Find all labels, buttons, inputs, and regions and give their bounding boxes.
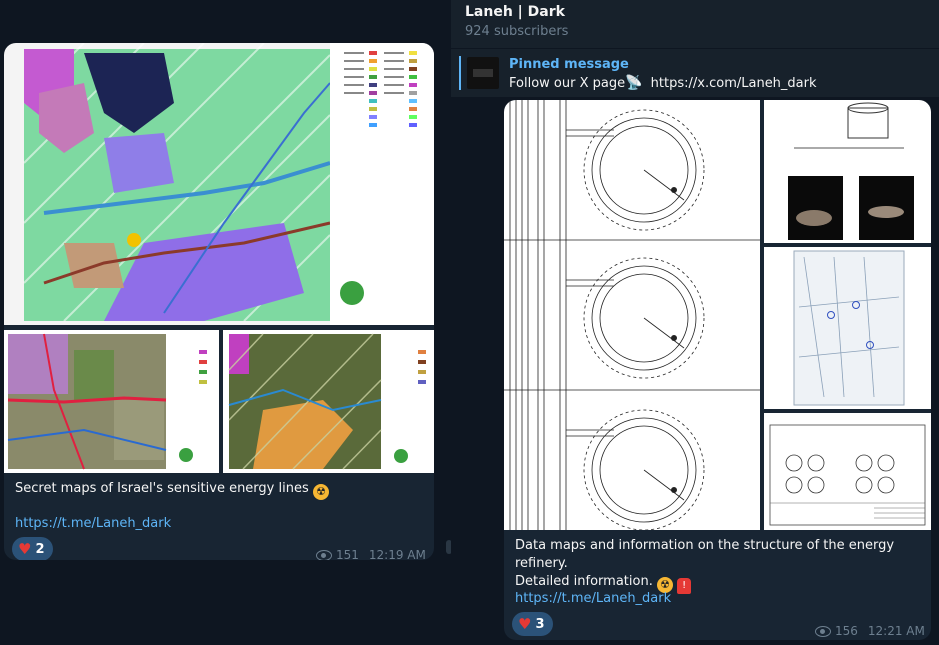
pinned-indicator: [459, 56, 461, 90]
heart-icon: ♥: [18, 539, 32, 558]
timestamp-2: 12:21 AM: [867, 624, 925, 638]
channel-link-2[interactable]: https://t.me/Laneh_dark: [515, 591, 671, 606]
siren-icon: !: [677, 578, 692, 594]
caption-line-1: Data maps and information on the structu…: [515, 538, 895, 571]
post-caption-2: Data maps and information on the structu…: [515, 537, 925, 594]
channel-title: Laneh | Dark: [465, 4, 565, 20]
channel-header[interactable]: Laneh | Dark 924 subscribers: [451, 0, 939, 48]
pinned-message-bar[interactable]: Pinned message Follow our X page📡 https:…: [451, 48, 939, 97]
site-plan-image[interactable]: [764, 247, 931, 409]
blueprint-image-large[interactable]: [504, 100, 760, 530]
satellite-dish-icon: 📡: [625, 75, 643, 91]
message-meta: 151 12:19 AM: [316, 548, 426, 560]
pinned-text-label: Follow our X page: [509, 76, 626, 91]
caption-text: Secret maps of Israel's sensitive energy…: [15, 481, 309, 496]
post-caption: Secret maps of Israel's sensitive energy…: [15, 480, 329, 500]
caption-line-2: Detailed information.: [515, 574, 653, 589]
timestamp: 12:19 AM: [368, 548, 426, 560]
message-bubble-2[interactable]: Data maps and information on the structu…: [504, 100, 931, 640]
pinned-text: Follow our X page📡 https://x.com/Laneh_d…: [509, 75, 817, 91]
eye-icon: [815, 625, 831, 637]
reaction-count-2: 3: [535, 616, 545, 632]
map-image-large[interactable]: [4, 43, 434, 325]
reaction-heart-2[interactable]: ♥ 3: [512, 612, 553, 636]
pinned-url: https://x.com/Laneh_dark: [650, 76, 817, 91]
message-meta-2: 156 12:21 AM: [815, 624, 925, 638]
floor-plan-image[interactable]: [764, 413, 931, 530]
tank-photo-image[interactable]: [764, 100, 931, 243]
pinned-thumbnail: [467, 57, 499, 89]
eye-icon: [316, 549, 332, 560]
reaction-count: 2: [35, 541, 45, 557]
reaction-heart[interactable]: ♥ 2: [12, 537, 53, 560]
map-image-small-2[interactable]: [223, 330, 434, 473]
message-bubble[interactable]: Secret maps of Israel's sensitive energy…: [4, 43, 434, 560]
map-image-small-1[interactable]: [4, 330, 219, 473]
heart-icon: ♥: [518, 614, 532, 633]
chat-history-left: Secret maps of Israel's sensitive energy…: [0, 0, 452, 645]
view-count: 151: [336, 548, 359, 560]
radioactive-icon: ☢: [312, 484, 329, 500]
pinned-title: Pinned message: [509, 57, 629, 72]
view-count-2: 156: [835, 624, 858, 638]
channel-link[interactable]: https://t.me/Laneh_dark: [15, 516, 171, 531]
subscriber-count: 924 subscribers: [465, 24, 569, 39]
